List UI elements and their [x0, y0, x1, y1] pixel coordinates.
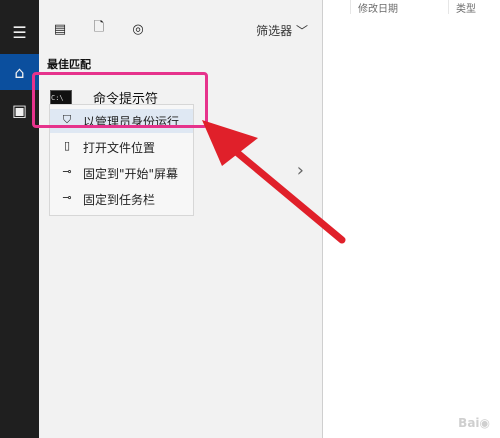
pin-icon: ⊸: [62, 165, 72, 178]
globe-icon: ◎: [132, 21, 144, 37]
home-icon: ⌂: [14, 62, 25, 82]
notebook-icon: ▣: [11, 100, 28, 120]
hamburger-icon: ☰: [12, 22, 27, 42]
column-header-date[interactable]: 修改日期: [358, 0, 398, 15]
filter-label: 筛选器: [256, 24, 293, 38]
watermark-logo: Bai◉: [458, 416, 490, 430]
column-divider: [350, 0, 351, 14]
chevron-down-icon: ﹀: [295, 24, 308, 38]
filter-dropdown[interactable]: 筛选器 ﹀: [256, 22, 308, 39]
apps-icon: ▤: [53, 21, 67, 37]
highlight-box: [32, 72, 208, 128]
column-divider: [448, 0, 449, 14]
search-toolbar: ▤ 🗋 ◎ 筛选器 ﹀: [39, 12, 322, 48]
pin-icon: ⊸: [62, 191, 72, 204]
start-rail: ☰ ⌂ ▣: [0, 0, 39, 438]
menu-button[interactable]: ☰: [0, 14, 39, 50]
open-file-location-menu-item[interactable]: ▯ 打开文件位置: [50, 135, 193, 159]
apps-filter-button[interactable]: ▤: [49, 18, 71, 40]
best-match-heading: 最佳匹配: [47, 58, 91, 71]
pin-to-taskbar-menu-item[interactable]: ⊸ 固定到任务栏: [50, 187, 193, 211]
web-filter-button[interactable]: ◎: [127, 18, 149, 40]
document-icon: 🗋: [93, 20, 105, 35]
column-header-type[interactable]: 类型: [456, 0, 476, 15]
chevron-right-icon[interactable]: ›: [297, 160, 304, 181]
menu-item-label: 固定到任务栏: [83, 193, 156, 207]
search-panel: ▤ 🗋 ◎ 筛选器 ﹀ 最佳匹配 C:\ 命令提示符 ›: [39, 0, 323, 438]
menu-item-label: 固定到"开始"屏幕: [83, 167, 179, 181]
file-icon: ▯: [63, 139, 71, 152]
pin-to-start-menu-item[interactable]: ⊸ 固定到"开始"屏幕: [50, 161, 193, 185]
menu-item-label: 打开文件位置: [83, 141, 156, 155]
documents-filter-button[interactable]: 🗋: [88, 18, 110, 40]
